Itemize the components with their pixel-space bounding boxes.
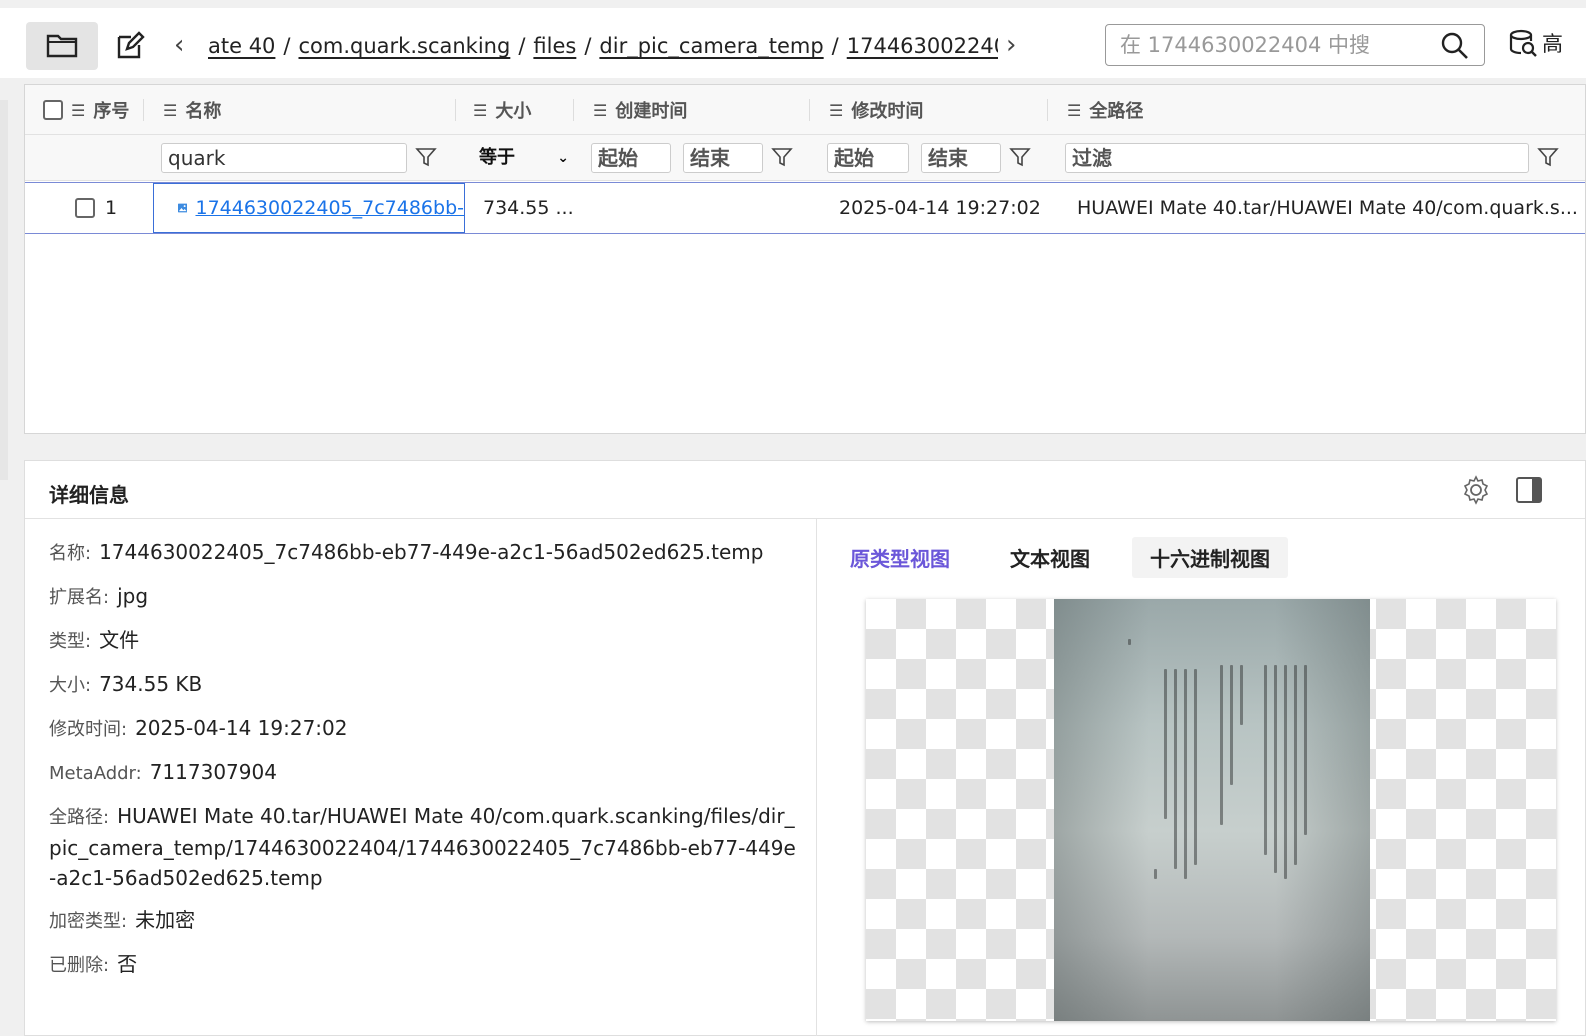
row-checkbox[interactable]	[75, 198, 95, 218]
list-icon: ☰	[593, 100, 608, 120]
file-viewer: 原类型视图 文本视图 十六进制视图	[818, 519, 1586, 1036]
chevron-down-icon: ⌄	[557, 150, 569, 166]
gear-icon[interactable]	[1461, 475, 1491, 505]
row-size-cell: 734.55 ...	[483, 197, 574, 219]
prop-modified-time: 修改时间: 2025-04-14 19:27:02	[49, 716, 348, 740]
header-index[interactable]: ☰ 序号	[43, 85, 129, 135]
row-modified-cell: 2025-04-14 19:27:02	[839, 197, 1041, 219]
database-search-icon	[1509, 29, 1537, 57]
header-size[interactable]: ☰ 大小	[473, 85, 531, 135]
prop-encryption: 加密类型: 未加密	[49, 908, 196, 932]
folder-icon	[46, 34, 78, 58]
prop-name: 名称: 1744630022405_7c7486bb-eb77-449e-a2c1…	[49, 540, 764, 564]
breadcrumb-item[interactable]: 1744630022404	[847, 34, 998, 58]
header-full-path[interactable]: ☰ 全路径	[1067, 85, 1143, 135]
size-operator-select[interactable]: 等于 ⌄	[479, 143, 573, 173]
row-name-cell[interactable]: 1744630022405_7c7486bb-	[153, 183, 465, 233]
row-index-cell: 1	[75, 183, 117, 233]
breadcrumb-item[interactable]: com.quark.scanking	[299, 34, 511, 58]
filter-icon[interactable]	[771, 146, 793, 168]
breadcrumb-item[interactable]: files	[533, 34, 576, 58]
row-path-cell: HUAWEI Mate 40.tar/HUAWEI Mate 40/com.qu…	[1077, 197, 1577, 219]
prop-meta-addr: MetaAddr: 7117307904	[49, 760, 277, 784]
table-header: ☰ 序号 ☰ 名称 ☰ 大小 ☰ 创建时间 ☰ 修改时间 ☰ 全路径	[25, 85, 1585, 135]
edit-button[interactable]	[94, 22, 166, 70]
table-row[interactable]: 1 1744630022405_7c7486bb- 734.55 ... 202…	[25, 182, 1585, 234]
created-start-input[interactable]: 起始	[591, 143, 671, 173]
prop-deleted: 已删除: 否	[49, 952, 138, 976]
column-divider[interactable]	[809, 99, 810, 121]
folder-view-button[interactable]	[26, 22, 98, 70]
filter-row: 等于 ⌄ 起始 结束 起始 结束 过滤	[25, 135, 1585, 181]
edit-icon	[117, 31, 145, 59]
column-divider[interactable]	[573, 99, 574, 121]
column-divider[interactable]	[1047, 99, 1048, 121]
properties-list: 名称: 1744630022405_7c7486bb-eb77-449e-a2c1…	[25, 519, 817, 1036]
breadcrumb: ate 40/com.quark.scanking / files / dir_pic_…	[208, 28, 998, 64]
list-icon: ☰	[473, 100, 488, 120]
breadcrumb-item[interactable]: dir_pic_camera_temp	[599, 34, 823, 58]
column-divider[interactable]	[143, 99, 144, 121]
filter-icon[interactable]	[1537, 146, 1559, 168]
tab-text-view[interactable]: 文本视图	[992, 537, 1108, 578]
search-box	[1105, 24, 1485, 66]
toolbar: ‹ ate 40/com.quark.scanking / files / dir_pi…	[0, 8, 1586, 78]
file-name-link[interactable]: 1744630022405_7c7486bb-	[195, 197, 464, 219]
tab-original-view[interactable]: 原类型视图	[842, 537, 968, 578]
advanced-label: 高	[1542, 32, 1563, 56]
list-icon: ☰	[71, 100, 86, 120]
filter-icon[interactable]	[1009, 146, 1031, 168]
header-modified[interactable]: ☰ 修改时间	[829, 85, 923, 135]
detail-header: 详细信息	[25, 461, 1585, 519]
advanced-search-button[interactable]: 高	[1508, 28, 1563, 58]
search-icon[interactable]	[1440, 31, 1470, 61]
detail-title: 详细信息	[49, 483, 129, 507]
created-end-input[interactable]: 结束	[683, 143, 763, 173]
column-divider[interactable]	[455, 99, 456, 121]
image-file-icon	[178, 203, 188, 213]
filter-icon[interactable]	[415, 146, 437, 168]
header-created[interactable]: ☰ 创建时间	[593, 85, 687, 135]
panel-toggle-icon[interactable]	[1515, 476, 1543, 504]
list-icon: ☰	[829, 100, 844, 120]
detail-panel: 详细信息 名称: 1744630022405_7c7486bb-eb77-449e…	[24, 460, 1586, 1036]
search-input[interactable]	[1120, 31, 1420, 59]
row-created-cell	[593, 183, 793, 233]
sidebar-edge	[0, 100, 8, 480]
name-filter-input[interactable]	[161, 143, 407, 173]
image-preview	[866, 599, 1556, 1021]
prop-full-path: 全路径: HUAWEI Mate 40.tar/HUAWEI Mate 40/co…	[49, 804, 796, 890]
file-table: ☰ 序号 ☰ 名称 ☰ 大小 ☰ 创建时间 ☰ 修改时间 ☰ 全路径 quark…	[24, 84, 1586, 434]
breadcrumb-item[interactable]: ate 40	[208, 34, 275, 58]
header-name[interactable]: ☰ 名称	[163, 85, 221, 135]
tab-hex-view[interactable]: 十六进制视图	[1132, 537, 1288, 578]
path-filter-input[interactable]: 过滤	[1065, 143, 1529, 173]
prop-type: 类型: 文件	[49, 628, 140, 652]
modified-end-input[interactable]: 结束	[921, 143, 1001, 173]
modified-start-input[interactable]: 起始	[827, 143, 909, 173]
list-icon: ☰	[163, 100, 178, 120]
list-icon: ☰	[1067, 100, 1082, 120]
prop-extension: 扩展名: jpg	[49, 584, 149, 608]
forward-arrow-icon[interactable]: ›	[1006, 30, 1016, 60]
back-arrow-icon[interactable]: ‹	[174, 30, 184, 60]
prop-size: 大小: 734.55 KB	[49, 672, 203, 696]
viewer-tabs: 原类型视图 文本视图 十六进制视图	[842, 537, 1312, 578]
preview-photo	[1054, 599, 1370, 1021]
select-all-checkbox[interactable]	[43, 100, 63, 120]
